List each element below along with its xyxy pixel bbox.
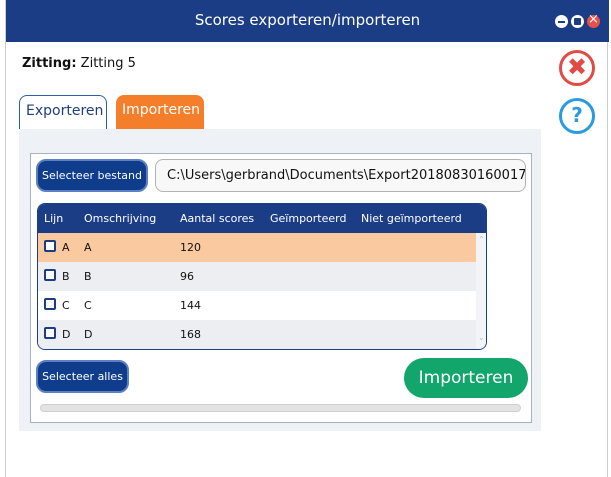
row-checkbox[interactable] (44, 327, 56, 339)
cell-lijn: D (62, 328, 71, 341)
table-row[interactable]: B B 96 (38, 262, 476, 291)
minimize-icon[interactable] (555, 15, 568, 28)
cell-aantal-scores: 144 (180, 299, 201, 312)
lines-table: Lijn Omschrijving Aantal scores Geïmport… (37, 203, 487, 350)
table-row[interactable]: A A 120 (38, 233, 476, 262)
cell-omschrijving: C (84, 299, 92, 312)
row-checkbox[interactable] (44, 269, 56, 281)
question-icon: ? (571, 103, 583, 127)
cell-aantal-scores: 96 (180, 270, 194, 283)
table-scrollbar[interactable] (476, 233, 486, 349)
header-omschrijving[interactable]: Omschrijving (84, 212, 156, 225)
tab-importeren[interactable]: Importeren (116, 95, 204, 129)
maximize-icon[interactable] (571, 15, 584, 28)
cell-aantal-scores: 168 (180, 328, 201, 341)
import-content: Selecteer bestand C:\Users\gerbrand\Docu… (30, 153, 532, 423)
cell-omschrijving: D (84, 328, 93, 341)
import-panel: Selecteer bestand C:\Users\gerbrand\Docu… (19, 129, 541, 431)
header-aantal-scores[interactable]: Aantal scores (180, 212, 254, 225)
header-niet-geimporteerd[interactable]: Niet geïmporteerd (361, 212, 462, 225)
header-lijn[interactable]: Lijn (44, 212, 63, 225)
row-checkbox[interactable] (44, 298, 56, 310)
export-import-window: Scores exporteren/importeren Zitting: Zi… (5, 0, 609, 477)
tab-exporteren[interactable]: Exporteren (19, 95, 107, 129)
file-path-field[interactable]: C:\Users\gerbrand\Documents\Export201808… (155, 159, 526, 192)
title-bar[interactable]: Scores exporteren/importeren (6, 0, 609, 42)
cell-omschrijving: B (84, 270, 92, 283)
help-button[interactable]: ? (559, 98, 595, 134)
cell-lijn: A (62, 241, 70, 254)
session-value: Zitting 5 (80, 56, 136, 71)
import-progress-bar (40, 404, 521, 412)
session-info: Zitting: Zitting 5 (22, 56, 136, 71)
x-icon: ✖ (566, 53, 588, 81)
cell-omschrijving: A (84, 241, 92, 254)
table-header: Lijn Omschrijving Aantal scores Geïmport… (38, 204, 486, 233)
select-all-button[interactable]: Selecteer alles (36, 360, 129, 393)
window-title: Scores exporteren/importeren (194, 11, 421, 29)
cell-aantal-scores: 120 (180, 241, 201, 254)
import-button[interactable]: Importeren (404, 358, 528, 398)
table-row[interactable]: C C 144 (38, 291, 476, 320)
row-checkbox[interactable] (44, 240, 56, 252)
select-file-button[interactable]: Selecteer bestand (36, 159, 148, 192)
cell-lijn: B (62, 270, 70, 283)
close-window-icon[interactable] (587, 12, 600, 28)
cell-lijn: C (62, 299, 70, 312)
table-row[interactable]: D D 168 (38, 320, 476, 349)
cancel-button[interactable]: ✖ (559, 50, 595, 86)
session-label: Zitting: (22, 56, 77, 71)
header-geimporteerd[interactable]: Geïmporteerd (270, 212, 346, 225)
